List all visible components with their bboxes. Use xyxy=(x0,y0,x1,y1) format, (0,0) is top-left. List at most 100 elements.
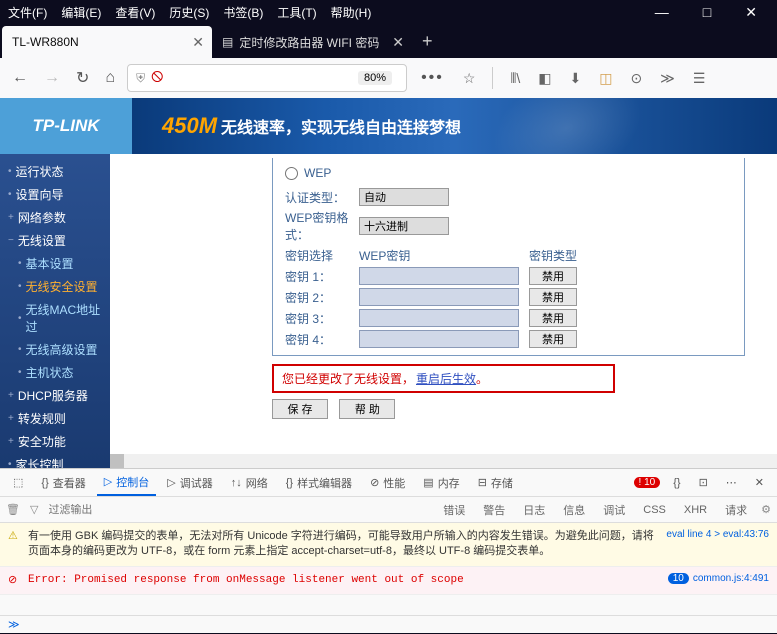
sidebar-item-advanced[interactable]: •无线高级设置 xyxy=(0,338,110,361)
maximize-button[interactable]: □ xyxy=(703,4,711,21)
menu-view[interactable]: 查看(V) xyxy=(115,4,155,21)
devtools-close-icon[interactable]: ✕ xyxy=(748,472,771,493)
pocket-icon[interactable]: ⊙ xyxy=(630,70,642,87)
filter-settings-icon[interactable]: ⚙ xyxy=(761,503,771,516)
sidebar-item-status[interactable]: •运行状态 xyxy=(0,160,110,183)
browser-tab-active[interactable]: TL-WR880N ✕ xyxy=(2,26,212,58)
key2-input[interactable] xyxy=(359,288,519,306)
filter-debug[interactable]: 调试 xyxy=(599,500,629,520)
filter-warnings[interactable]: 警告 xyxy=(479,500,509,520)
sidebar-item-basic[interactable]: •基本设置 xyxy=(0,252,110,275)
divider xyxy=(492,67,493,89)
banner: TP-LINK 450M 无线速率，实现无线自由连接梦想 xyxy=(0,98,777,154)
devtab-storage[interactable]: ⊟ 存储 xyxy=(471,471,520,495)
horizontal-scrollbar[interactable] xyxy=(110,454,777,468)
hdr-select: 密钥选择 xyxy=(285,247,359,264)
scroll-thumb[interactable] xyxy=(110,454,124,468)
devtools-menu-icon[interactable]: ⋯ xyxy=(719,472,744,493)
key4-input[interactable] xyxy=(359,330,519,348)
minimize-button[interactable]: — xyxy=(655,4,669,21)
sidebar-item-forward[interactable]: +转发规则 xyxy=(0,407,110,430)
sidebar-item-hoststatus[interactable]: •主机状态 xyxy=(0,361,110,384)
devtab-memory[interactable]: ▤ 内存 xyxy=(416,471,466,495)
filter-xhr[interactable]: XHR xyxy=(680,502,711,518)
format-label: WEP密钥格式： xyxy=(285,209,359,243)
sidebar-item-network[interactable]: +网络参数 xyxy=(0,206,110,229)
devtab-perf[interactable]: ⊘ 性能 xyxy=(363,471,412,495)
sidebar-item-secfunc[interactable]: +安全功能 xyxy=(0,430,110,453)
filter-css[interactable]: CSS xyxy=(639,502,670,518)
page-actions-icon[interactable]: ••• xyxy=(421,69,444,87)
menu-edit[interactable]: 编辑(E) xyxy=(61,4,101,21)
key4-disable-button[interactable]: 禁用 xyxy=(529,330,577,348)
key2-disable-button[interactable]: 禁用 xyxy=(529,288,577,306)
button-row: 保 存 帮 助 xyxy=(272,399,765,419)
warning-source[interactable]: eval line 4 > eval:43:76 xyxy=(666,529,769,540)
clear-console-icon[interactable]: 🗑 xyxy=(6,503,20,516)
sidebar-item-macfilter[interactable]: •无线MAC地址过 xyxy=(0,298,110,338)
new-tab-button[interactable]: + xyxy=(422,31,433,52)
download-icon[interactable]: ⬇ xyxy=(569,70,581,87)
shield-icon: ⛨ xyxy=(136,71,145,86)
app-menu-icon[interactable]: ☰ xyxy=(693,70,706,87)
forward-button[interactable]: → xyxy=(40,65,64,91)
filter-info[interactable]: 信息 xyxy=(559,500,589,520)
devtools-dock-icon[interactable]: ⊡ xyxy=(692,472,715,493)
tab-close-icon[interactable]: ✕ xyxy=(192,34,204,51)
extension-icon[interactable]: ◫ xyxy=(599,70,612,87)
back-button[interactable]: ← xyxy=(8,65,32,91)
browser-tab-inactive[interactable]: ▤ 定时修改路由器 WIFI 密码 ✕ xyxy=(212,26,412,58)
error-source[interactable]: 10common.js:4:491 xyxy=(668,573,769,584)
key3-input[interactable] xyxy=(359,309,519,327)
overflow-icon[interactable]: ≫ xyxy=(660,70,675,87)
devtab-debugger[interactable]: ▷ 调试器 xyxy=(160,471,219,495)
devtab-console[interactable]: ▷ 控制台 xyxy=(97,470,156,496)
close-window-button[interactable]: ✕ xyxy=(745,4,757,21)
address-bar[interactable]: ⛨ 🛇 80% xyxy=(127,64,407,92)
sidebar-icon[interactable]: ◧ xyxy=(538,70,551,87)
zoom-badge[interactable]: 80% xyxy=(358,71,392,85)
sidebar-item-dhcp[interactable]: +DHCP服务器 xyxy=(0,384,110,407)
key1-disable-button[interactable]: 禁用 xyxy=(529,267,577,285)
save-button[interactable]: 保 存 xyxy=(272,399,328,419)
key1-input[interactable] xyxy=(359,267,519,285)
devtools-more-icon[interactable]: {} xyxy=(666,473,687,493)
filter-requests[interactable]: 请求 xyxy=(721,500,751,520)
library-icon[interactable]: ⫴\ xyxy=(510,70,520,87)
format-select[interactable]: 十六进制 xyxy=(359,217,449,235)
restart-link[interactable]: 重启后生效 xyxy=(416,370,476,387)
bookmark-star-icon[interactable]: ☆ xyxy=(463,70,476,87)
wep-radio[interactable] xyxy=(285,167,298,180)
sidebar-item-parent[interactable]: •家长控制 xyxy=(0,453,110,468)
reload-button[interactable]: ↻ xyxy=(72,64,93,92)
menu-tools[interactable]: 工具(T) xyxy=(277,4,316,21)
menu-file[interactable]: 文件(F) xyxy=(8,4,47,21)
console-error-row: ⊘ Error: Promised response from onMessag… xyxy=(0,567,777,595)
key3-disable-button[interactable]: 禁用 xyxy=(529,309,577,327)
main-panel: WEP 认证类型： 自动 WEP密钥格式： 十六进制 密钥选择 WEP密钥 密钥… xyxy=(110,154,777,468)
filter-funnel-icon[interactable]: ▽ xyxy=(30,503,38,516)
home-button[interactable]: ⌂ xyxy=(101,65,119,91)
console-input[interactable]: ≫ xyxy=(0,615,777,634)
window-controls: — □ ✕ xyxy=(655,4,771,21)
menu-history[interactable]: 历史(S) xyxy=(169,4,209,21)
menu-bookmarks[interactable]: 书签(B) xyxy=(223,4,263,21)
blocked-icon: 🛇 xyxy=(151,68,163,89)
inspector-pick-icon[interactable]: ⬚ xyxy=(6,472,30,493)
error-count-badge[interactable]: ! 10 xyxy=(634,477,661,488)
help-button[interactable]: 帮 助 xyxy=(339,399,395,419)
hdr-wepkey: WEP密钥 xyxy=(359,247,529,264)
devtab-inspector[interactable]: {} 查看器 xyxy=(34,471,92,495)
filter-input[interactable] xyxy=(48,504,198,516)
sidebar-item-security[interactable]: •无线安全设置 xyxy=(0,275,110,298)
tab-close-icon[interactable]: ✕ xyxy=(392,34,404,51)
menu-help[interactable]: 帮助(H) xyxy=(331,4,372,21)
sidebar-item-wizard[interactable]: •设置向导 xyxy=(0,183,110,206)
sidebar-item-wireless[interactable]: −无线设置 xyxy=(0,229,110,252)
filter-errors[interactable]: 错误 xyxy=(439,500,469,520)
devtab-network[interactable]: ↑↓ 网络 xyxy=(224,471,275,495)
filter-logs[interactable]: 日志 xyxy=(519,500,549,520)
warning-message: 有一使用 GBK 编码提交的表单，无法对所有 Unicode 字符进行编码，可能… xyxy=(28,529,658,560)
auth-select[interactable]: 自动 xyxy=(359,188,449,206)
devtab-style[interactable]: {} 样式编辑器 xyxy=(279,471,359,495)
